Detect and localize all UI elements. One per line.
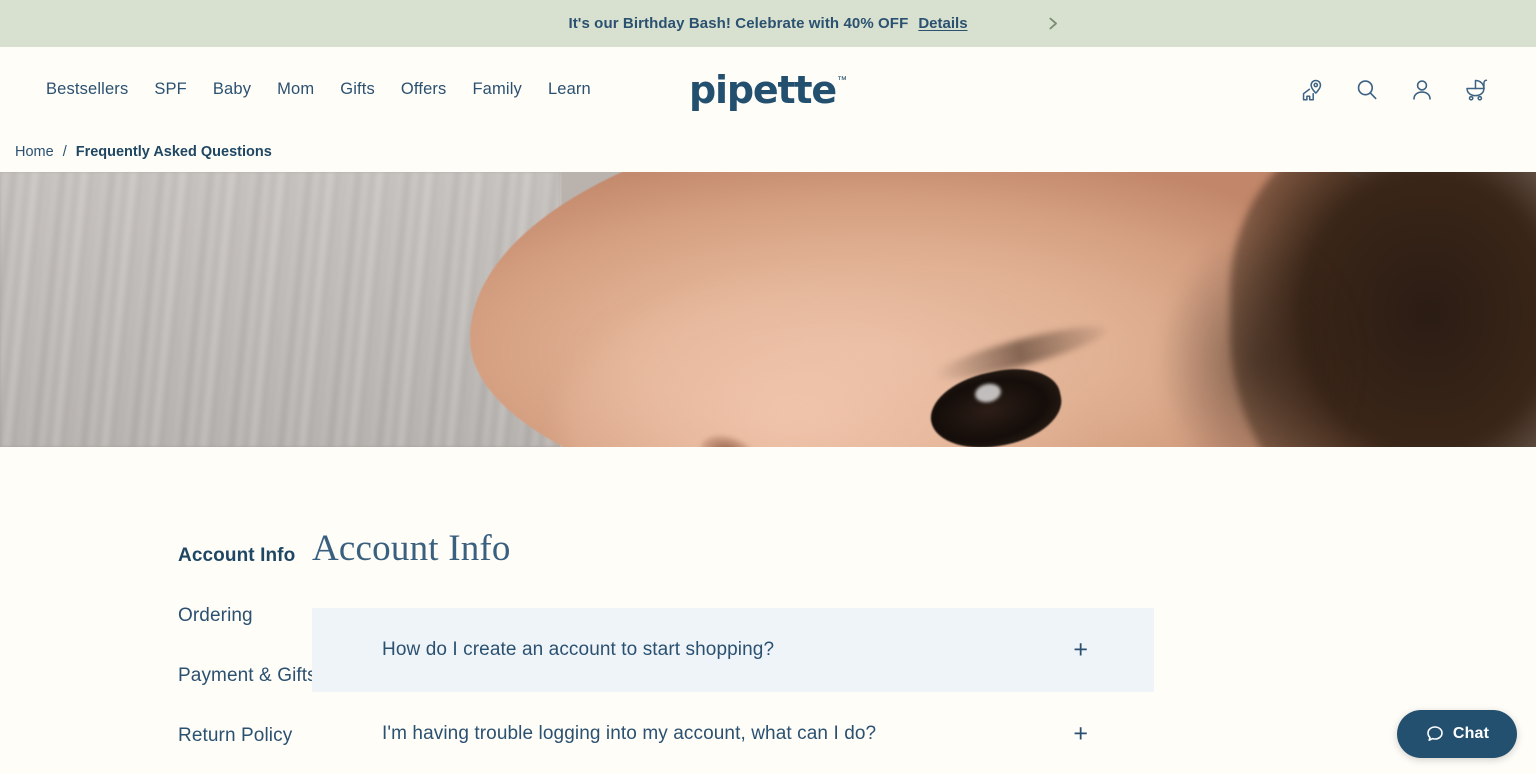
breadcrumb-separator: / [62,144,67,160]
main-content: Account Info Ordering Payment & Gifts Re… [0,447,1536,774]
hero-banner: Frequently Asked Questions [0,172,1536,447]
page-root: It's our Birthday Bash! Celebrate with 4… [0,0,1536,774]
header-icon-group [1299,77,1490,103]
chevron-right-icon[interactable] [1040,12,1064,36]
faq-accordion: How do I create an account to start shop… [312,608,1154,774]
chat-widget-button[interactable]: Chat [1397,710,1517,758]
primary-nav: Bestsellers SPF Baby Mom Gifts Offers Fa… [46,80,591,99]
nav-item-family[interactable]: Family [472,80,521,99]
nav-item-bestsellers[interactable]: Bestsellers [46,80,128,99]
breadcrumb-home[interactable]: Home [15,144,54,160]
site-header: Bestsellers SPF Baby Mom Gifts Offers Fa… [0,47,1536,132]
breadcrumb: Home / Frequently Asked Questions [0,132,1536,172]
nav-item-mom[interactable]: Mom [277,80,314,99]
cart-stroller-icon[interactable] [1464,77,1490,103]
faq-item[interactable]: I'm having trouble logging into my accou… [312,692,1154,774]
nav-item-baby[interactable]: Baby [213,80,251,99]
faq-item[interactable]: How do I create an account to start shop… [312,608,1154,692]
page-title: Account Info [312,528,511,569]
plus-icon[interactable]: + [1073,721,1088,747]
announcement-content: It's our Birthday Bash! Celebrate with 4… [568,15,967,32]
nav-item-spf[interactable]: SPF [154,80,187,99]
hero-baby-photo [0,172,1536,447]
plus-icon[interactable]: + [1073,637,1088,663]
sidebar-item-account-info[interactable]: Account Info [178,545,312,567]
content-row: Account Info Ordering Payment & Gifts Re… [0,527,1536,774]
store-locator-icon[interactable] [1299,77,1325,103]
nav-item-learn[interactable]: Learn [548,80,591,99]
chat-bubble-icon [1425,724,1445,744]
search-icon[interactable] [1354,77,1380,103]
faq-question: I'm having trouble logging into my accou… [382,723,877,744]
announcement-bar: It's our Birthday Bash! Celebrate with 4… [0,0,1536,47]
sidebar-item-ordering[interactable]: Ordering [178,605,312,627]
account-icon[interactable] [1409,77,1435,103]
announcement-text: It's our Birthday Bash! Celebrate with 4… [568,15,909,32]
breadcrumb-current: Frequently Asked Questions [75,144,272,160]
trademark-symbol: ™ [836,74,847,86]
faq-category-nav: Account Info Ordering Payment & Gifts Re… [0,527,317,774]
sidebar-item-return-policy[interactable]: Return Policy [178,725,312,747]
faq-panel: Account Info How do I create an account … [312,527,1536,774]
sidebar-item-payment-gifts[interactable]: Payment & Gifts [178,665,317,687]
nav-item-offers[interactable]: Offers [401,80,447,99]
announcement-details-link[interactable]: Details [918,15,967,32]
nav-item-gifts[interactable]: Gifts [340,80,375,99]
faq-question: How do I create an account to start shop… [382,639,775,660]
chat-label: Chat [1452,725,1490,742]
site-logo[interactable]: pipette ™ [689,71,847,109]
logo-wordmark: pipette [689,67,837,112]
